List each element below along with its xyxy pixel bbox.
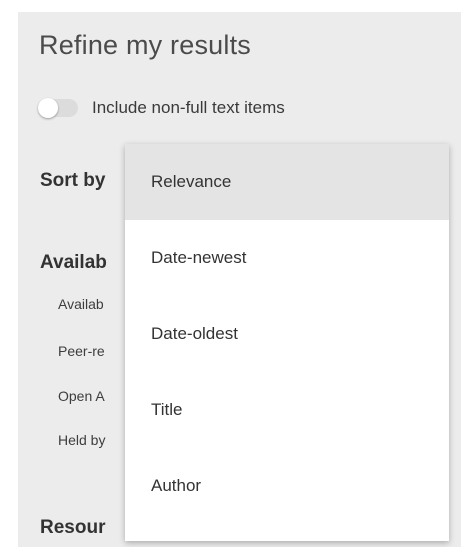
availability-heading[interactable]: Availab xyxy=(40,252,107,274)
resource-type-heading[interactable]: Resour xyxy=(40,517,105,539)
toggle-label[interactable]: Include non-full text items xyxy=(92,98,285,118)
sort-option-title[interactable]: Title xyxy=(125,372,449,448)
facet-item-held-by-library[interactable]: Held by xyxy=(58,432,105,448)
sort-option-relevance[interactable]: Relevance xyxy=(125,144,449,220)
sort-option-author[interactable]: Author xyxy=(125,448,449,524)
facet-item-peer-reviewed[interactable]: Peer-re xyxy=(58,343,105,359)
panel-title: Refine my results xyxy=(39,30,251,60)
toggle-knob xyxy=(38,98,58,118)
full-text-toggle-row: Include non-full text items xyxy=(38,96,285,120)
sort-by-heading: Sort by xyxy=(40,170,106,191)
sort-option-date-oldest[interactable]: Date-oldest xyxy=(125,296,449,372)
sort-by-dropdown-menu: Relevance Date-newest Date-oldest Title … xyxy=(125,144,449,541)
facet-item-open-access[interactable]: Open A xyxy=(58,388,105,404)
facet-item-available[interactable]: Availab xyxy=(58,296,104,312)
full-text-toggle[interactable] xyxy=(38,98,78,118)
sort-option-date-newest[interactable]: Date-newest xyxy=(125,220,449,296)
